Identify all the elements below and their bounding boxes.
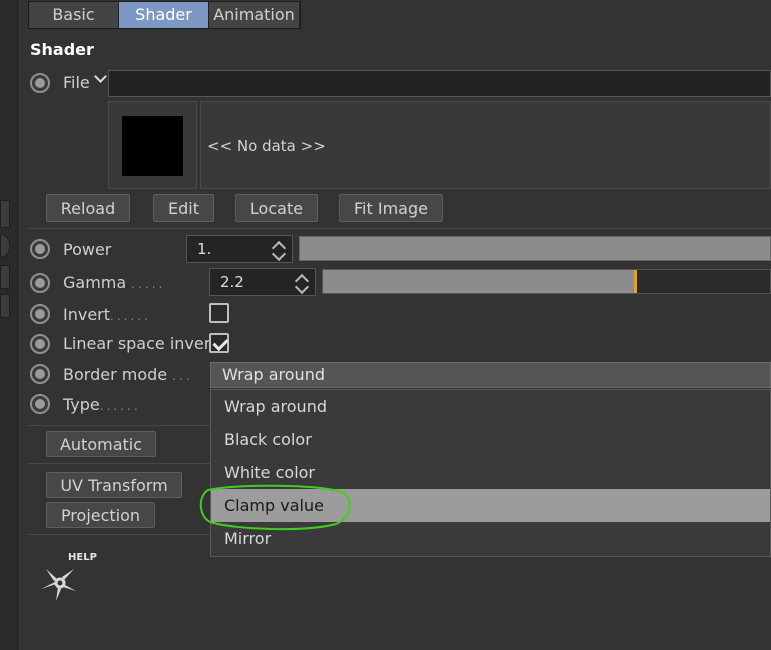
- preview-frame: [108, 101, 197, 189]
- section-title: Shader: [30, 40, 94, 59]
- menu-option-black-color[interactable]: Black color: [211, 423, 770, 456]
- gamma-label: Gamma .....: [63, 273, 166, 292]
- left-strip-handle[interactable]: [0, 265, 10, 289]
- type-label: Type......: [63, 395, 141, 414]
- reload-button[interactable]: Reload: [46, 194, 130, 222]
- file-path-input[interactable]: [108, 70, 771, 97]
- locate-button[interactable]: Locate: [235, 194, 318, 222]
- left-strip: [0, 0, 18, 650]
- automatic-button[interactable]: Automatic: [46, 431, 156, 457]
- octane-logo-icon: [41, 569, 76, 601]
- linear-space-invert-radio-icon[interactable]: [30, 334, 50, 354]
- left-strip-handle[interactable]: [0, 294, 10, 318]
- file-radio-icon[interactable]: [30, 73, 50, 93]
- preview-info: << No data >>: [200, 101, 771, 189]
- power-spinner-icon[interactable]: [271, 239, 287, 262]
- border-mode-radio-icon[interactable]: [30, 364, 50, 384]
- divider: [28, 228, 771, 229]
- gamma-slider[interactable]: [322, 269, 771, 294]
- power-label: Power: [63, 240, 112, 259]
- border-mode-label: Border mode ...: [63, 365, 193, 384]
- help-logo[interactable]: HELP: [38, 552, 102, 606]
- invert-checkbox[interactable]: [209, 303, 229, 323]
- left-strip-handle[interactable]: [0, 234, 10, 258]
- file-label: File: [63, 73, 90, 92]
- invert-radio-icon[interactable]: [30, 304, 50, 324]
- uv-transform-button[interactable]: UV Transform: [46, 472, 182, 498]
- annotation-circle: [199, 484, 351, 531]
- chevron-down-icon[interactable]: [94, 70, 107, 86]
- menu-option-wrap-around[interactable]: Wrap around: [211, 390, 770, 423]
- power-slider[interactable]: [299, 236, 771, 261]
- gamma-value: 2.2: [220, 273, 244, 291]
- preview-thumbnail: [122, 116, 183, 176]
- gamma-spinner-icon[interactable]: [294, 272, 310, 295]
- border-mode-dropdown[interactable]: Wrap around: [210, 362, 771, 388]
- projection-button[interactable]: Projection: [46, 502, 155, 528]
- divider: [28, 425, 210, 426]
- power-value: 1.: [197, 240, 212, 258]
- gamma-radio-icon[interactable]: [30, 273, 50, 293]
- fit-image-button[interactable]: Fit Image: [339, 194, 443, 222]
- invert-label: Invert......: [63, 305, 151, 324]
- tab-shader[interactable]: Shader: [119, 2, 209, 28]
- left-strip-handle[interactable]: [0, 200, 10, 228]
- edit-button[interactable]: Edit: [153, 194, 214, 222]
- help-label: HELP: [68, 552, 97, 563]
- linear-space-invert-label: Linear space invert: [63, 334, 217, 353]
- tab-basic[interactable]: Basic: [29, 2, 119, 28]
- gamma-slider-marker[interactable]: [633, 270, 637, 293]
- divider: [28, 534, 210, 535]
- gamma-slider-fill: [323, 270, 636, 293]
- divider: [28, 463, 210, 464]
- no-data-text: << No data >>: [207, 137, 326, 155]
- tab-bar: Basic Shader Animation: [28, 1, 301, 29]
- tab-animation[interactable]: Animation: [209, 2, 300, 28]
- power-input[interactable]: 1.: [186, 235, 293, 263]
- linear-space-invert-checkbox[interactable]: [209, 333, 229, 353]
- type-radio-icon[interactable]: [30, 394, 50, 414]
- power-radio-icon[interactable]: [30, 239, 50, 259]
- gamma-input[interactable]: 2.2: [209, 268, 316, 296]
